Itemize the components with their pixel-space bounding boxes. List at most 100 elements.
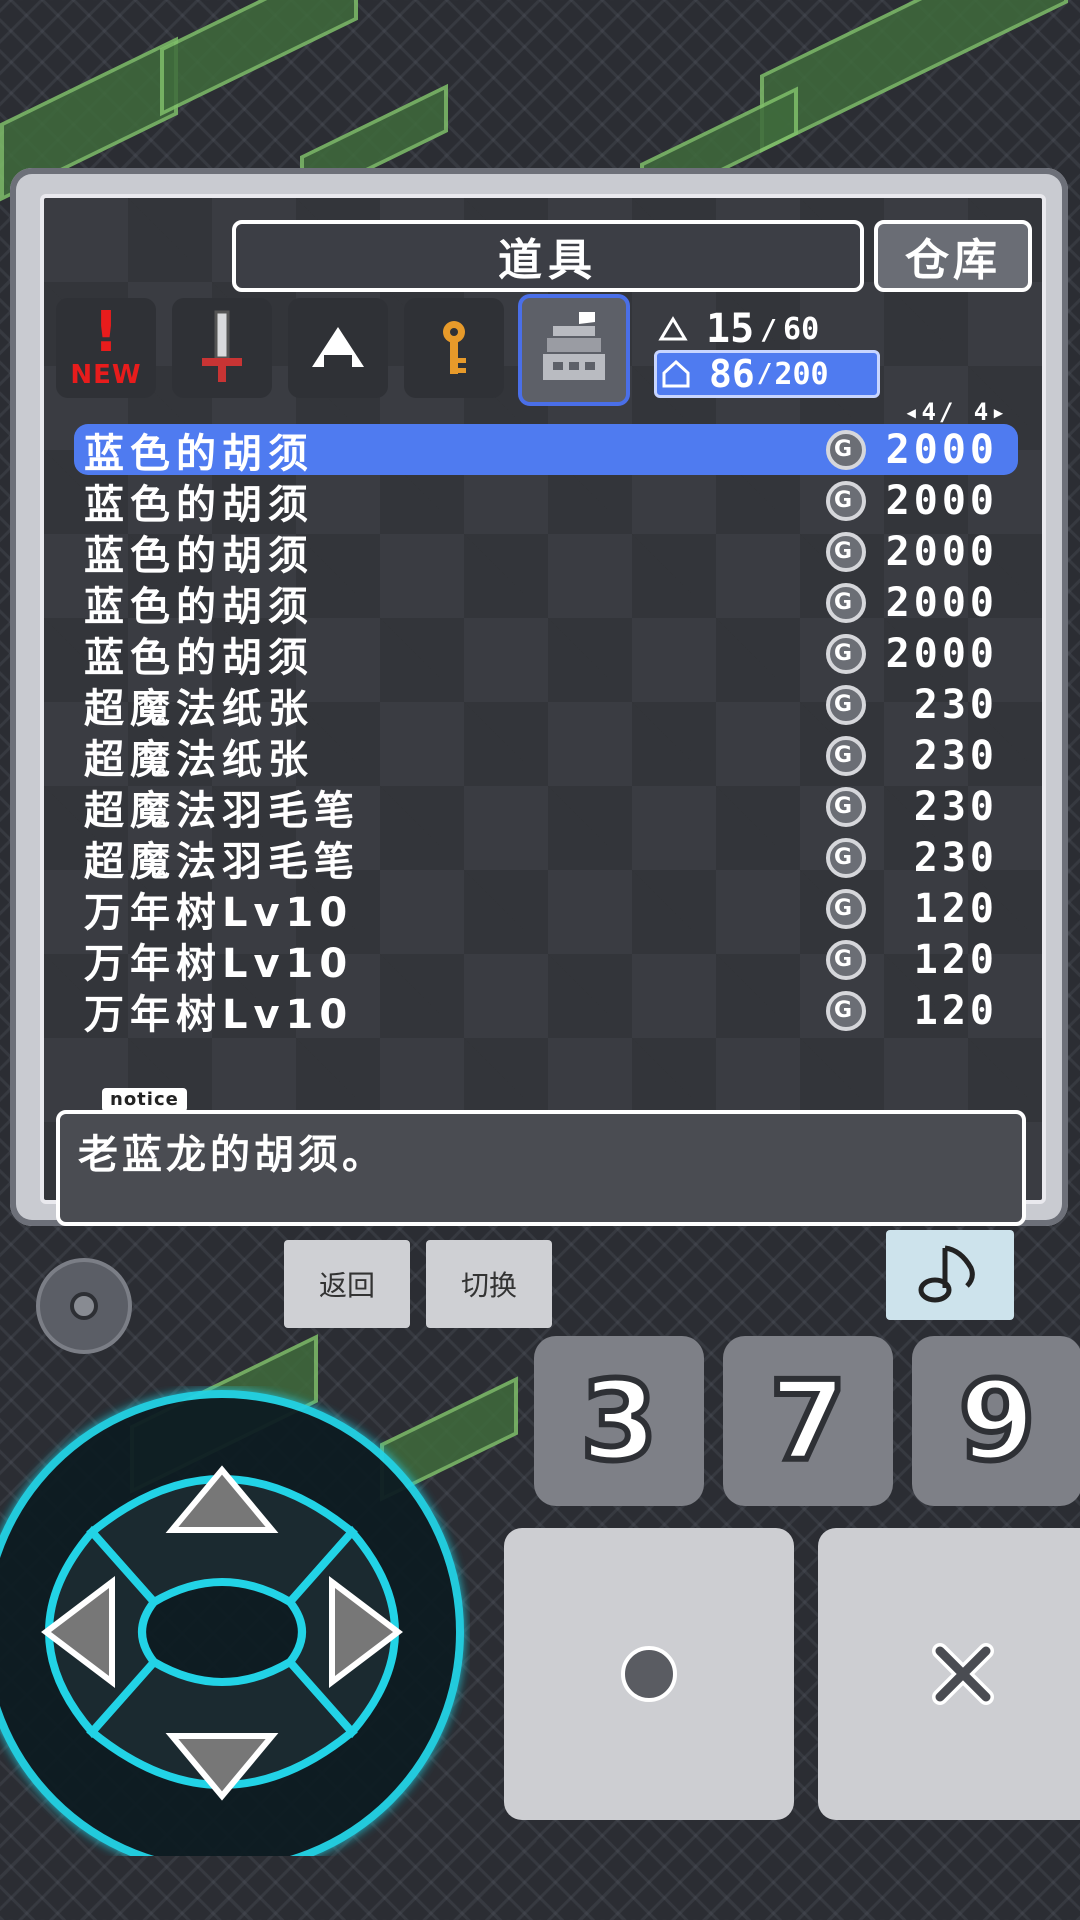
list-item[interactable]: 超魔法羽毛笔 G 230 <box>74 781 1018 834</box>
item-name: 万年树Lv10 <box>84 940 354 987</box>
tab-pot[interactable] <box>518 294 630 406</box>
notice-text: 老蓝龙的胡须。 <box>78 1132 386 1178</box>
gold-coin-icon: G <box>826 939 866 980</box>
gold-coin-icon: G <box>826 735 866 776</box>
page-indicator[interactable]: ◂4/ 4▸ <box>904 398 1009 426</box>
item-name: 蓝色的胡须 <box>84 430 314 477</box>
list-item[interactable]: 万年树Lv10 G 120 <box>74 985 1018 1038</box>
dpad <box>0 1390 464 1856</box>
settings-gear-button[interactable] <box>36 1258 132 1354</box>
list-item[interactable]: 超魔法纸张 G 230 <box>74 730 1018 783</box>
pot-separator: / <box>760 312 778 346</box>
notice-box: 老蓝龙的胡须。 <box>56 1110 1026 1226</box>
list-item[interactable]: 蓝色的胡须 G 2000 <box>74 526 1018 579</box>
warehouse-button[interactable]: 仓库 <box>874 220 1032 292</box>
tab-new[interactable]: ! NEW <box>56 298 156 398</box>
item-name: 超魔法纸张 <box>84 685 314 732</box>
item-name: 超魔法羽毛笔 <box>84 787 360 834</box>
item-name: 超魔法纸张 <box>84 736 314 783</box>
switch-button[interactable]: 切换 <box>426 1240 552 1328</box>
pot-count: 15 <box>706 306 755 352</box>
item-price: 2000 <box>885 630 998 677</box>
confirm-button[interactable] <box>504 1528 794 1820</box>
num-button-3[interactable]: 3 <box>534 1336 704 1506</box>
back-button[interactable]: 返回 <box>284 1240 410 1328</box>
pot-capacity: 15 / 60 <box>654 306 819 352</box>
item-list: 蓝色的胡须 G 2000 蓝色的胡须 G 2000 蓝色的胡须 G 2000 蓝… <box>74 424 1018 1038</box>
item-window-inner: 道具 仓库 ! NEW 15 / 60 86 / 200 ◂4/ 4▸ 蓝色的胡… <box>40 194 1046 1226</box>
notice-label: notice <box>102 1088 187 1112</box>
item-window: 道具 仓库 ! NEW 15 / 60 86 / 200 ◂4/ 4▸ 蓝色的胡… <box>10 168 1068 1226</box>
bag-count: 86 <box>709 352 755 396</box>
gear-icon <box>70 1292 98 1320</box>
switch-button-label: 切换 <box>460 1269 517 1302</box>
gold-coin-icon: G <box>826 990 866 1031</box>
gold-coin-icon: G <box>826 429 866 470</box>
page-right-icon: ▸ <box>991 398 1009 426</box>
pot-small-icon <box>654 312 692 346</box>
list-item[interactable]: 蓝色的胡须 G 2000 <box>74 628 1018 681</box>
exclamation-icon: ! <box>93 300 119 365</box>
item-price: 230 <box>913 732 998 779</box>
gold-coin-icon: G <box>826 684 866 725</box>
item-name: 蓝色的胡须 <box>84 481 314 528</box>
list-item[interactable]: 蓝色的胡须 G 2000 <box>74 577 1018 630</box>
list-item[interactable]: 万年树Lv10 G 120 <box>74 883 1018 936</box>
item-price: 120 <box>913 885 998 932</box>
pot-max: 60 <box>783 311 820 347</box>
sword-icon <box>202 310 242 382</box>
item-price: 120 <box>913 987 998 1034</box>
new-badge: NEW <box>70 360 142 390</box>
key-icon <box>443 321 466 374</box>
item-name: 万年树Lv10 <box>84 889 354 936</box>
bag-separator: / <box>756 359 773 389</box>
list-item[interactable]: 蓝色的胡须 G 2000 <box>74 424 1018 477</box>
map-tile <box>760 0 1068 154</box>
page-indicator-text: 4/ 4 <box>921 398 992 426</box>
pot-icon <box>543 312 605 380</box>
circle-icon <box>621 1646 677 1702</box>
warehouse-button-label: 仓库 <box>905 235 1001 286</box>
gold-coin-icon: G <box>826 480 866 521</box>
cancel-button[interactable] <box>818 1528 1080 1820</box>
item-name: 超魔法羽毛笔 <box>84 838 360 885</box>
num-button-9[interactable]: 9 <box>912 1336 1080 1506</box>
window-title-text: 道具 <box>498 235 598 286</box>
bag-max: 200 <box>774 356 829 392</box>
tab-key[interactable] <box>404 298 504 398</box>
gold-coin-icon: G <box>826 582 866 623</box>
item-price: 230 <box>913 681 998 728</box>
bag-capacity: 86 / 200 <box>654 350 880 398</box>
tab-weapon[interactable] <box>172 298 272 398</box>
gold-coin-icon: G <box>826 531 866 572</box>
list-item[interactable]: 蓝色的胡须 G 2000 <box>74 475 1018 528</box>
item-name: 万年树Lv10 <box>84 991 354 1038</box>
gold-coin-icon: G <box>826 837 866 878</box>
bag-icon <box>657 357 695 391</box>
item-price: 230 <box>913 834 998 881</box>
item-name: 蓝色的胡须 <box>84 532 314 579</box>
item-price: 2000 <box>885 528 998 575</box>
gold-coin-icon: G <box>826 633 866 674</box>
back-button-label: 返回 <box>318 1269 375 1302</box>
list-item[interactable]: 超魔法羽毛笔 G 230 <box>74 832 1018 885</box>
list-item[interactable]: 超魔法纸张 G 230 <box>74 679 1018 732</box>
item-price: 120 <box>913 936 998 983</box>
item-name: 蓝色的胡须 <box>84 634 314 681</box>
list-item[interactable]: 万年树Lv10 G 120 <box>74 934 1018 987</box>
gold-coin-icon: G <box>826 888 866 929</box>
music-note-icon <box>918 1245 975 1303</box>
num-button-7[interactable]: 7 <box>723 1336 893 1506</box>
tab-food[interactable] <box>288 298 388 398</box>
map-tile <box>160 0 358 117</box>
gold-coin-icon: G <box>826 786 866 827</box>
page-left-icon: ◂ <box>904 398 922 426</box>
item-price: 2000 <box>885 579 998 626</box>
window-title: 道具 <box>232 220 864 292</box>
music-button[interactable] <box>886 1230 1014 1320</box>
item-price: 2000 <box>885 426 998 473</box>
cross-icon <box>932 1643 994 1705</box>
riceball-icon <box>312 327 364 367</box>
item-price: 230 <box>913 783 998 830</box>
item-price: 2000 <box>885 477 998 524</box>
